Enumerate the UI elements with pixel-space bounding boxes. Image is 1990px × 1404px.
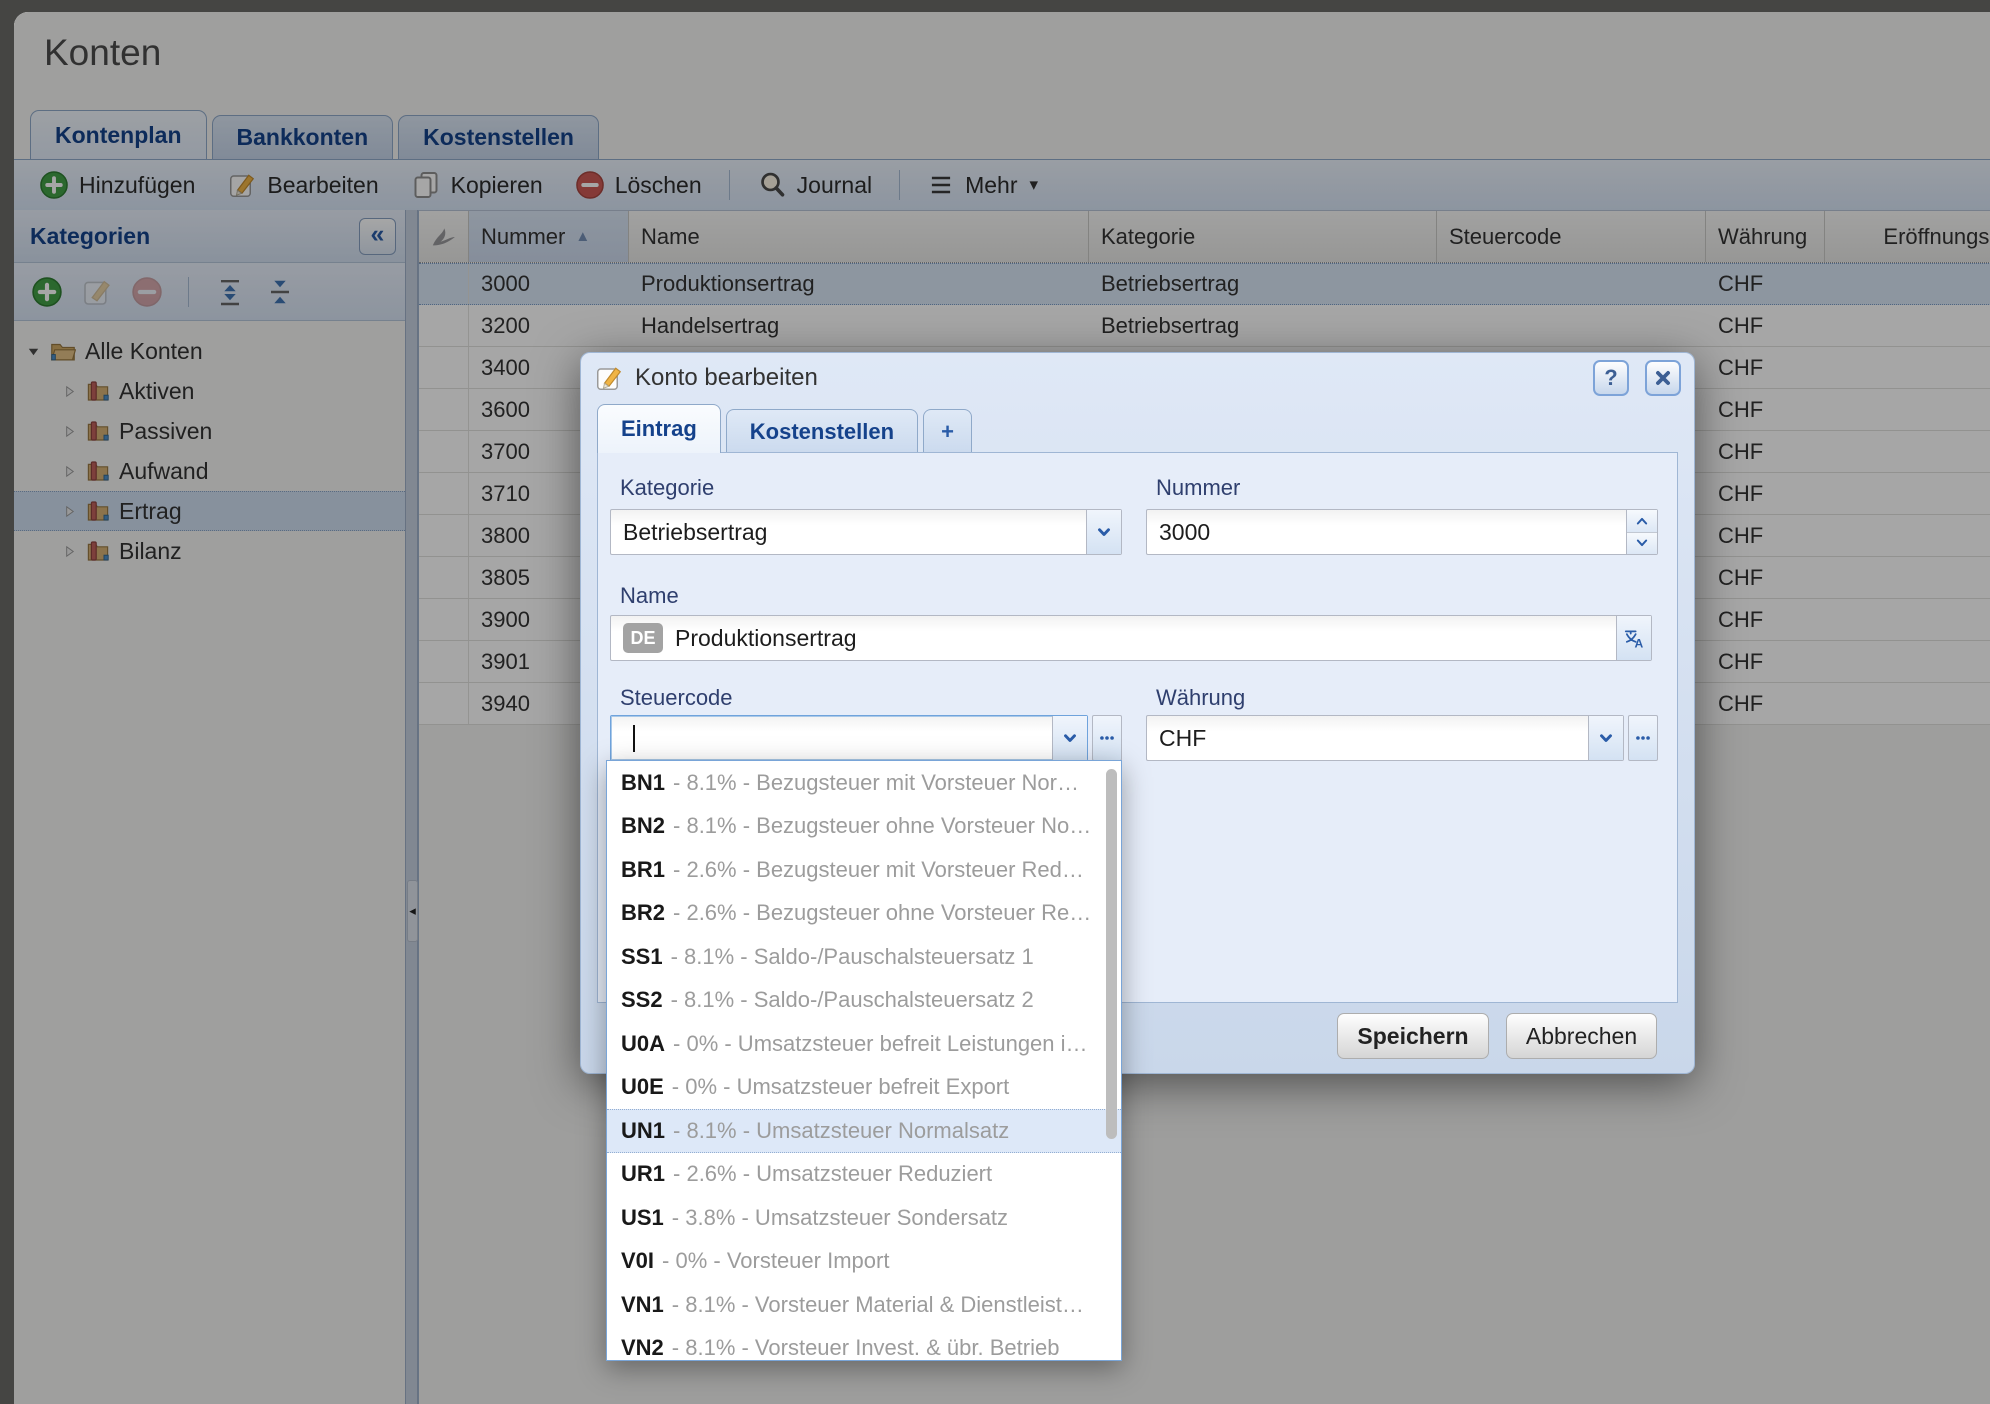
ellipsis-icon xyxy=(1098,729,1116,747)
list-item[interactable]: SS1- 8.1% - Saldo-/Pauschalsteuersatz 1 xyxy=(607,935,1121,979)
dialog-tab-bar: Eintrag Kostenstellen + xyxy=(597,405,1678,453)
steuercode-dropdown-trigger[interactable] xyxy=(1052,716,1087,760)
steuercode-more-button[interactable] xyxy=(1092,715,1122,761)
steuercode-combobox[interactable] xyxy=(610,715,1088,761)
list-item[interactable]: SS2- 8.1% - Saldo-/Pauschalsteuersatz 2 xyxy=(607,979,1121,1023)
list-item[interactable]: BN2- 8.1% - Bezugsteuer ohne Vorsteuer N… xyxy=(607,805,1121,849)
spinner-down-button[interactable] xyxy=(1627,533,1657,555)
list-item[interactable]: U0E- 0% - Umsatzsteuer befreit Export xyxy=(607,1066,1121,1110)
steuercode-dropdown-list: BN1- 8.1% - Bezugsteuer mit Vorsteuer No… xyxy=(606,760,1122,1361)
waehrung-label: Währung xyxy=(1156,685,1245,711)
name-field[interactable]: DE Produktionsertrag A xyxy=(610,615,1652,661)
list-item[interactable]: U0A- 0% - Umsatzsteuer befreit Leistunge… xyxy=(607,1022,1121,1066)
list-item[interactable]: V0I- 0% - Vorsteuer Import xyxy=(607,1240,1121,1284)
list-item[interactable]: US1- 3.8% - Umsatzsteuer Sondersatz xyxy=(607,1196,1121,1240)
chevron-down-icon xyxy=(1597,729,1615,747)
list-item[interactable]: VN2- 8.1% - Vorsteuer Invest. & übr. Bet… xyxy=(607,1327,1121,1362)
dialog-title: Konto bearbeiten xyxy=(635,364,1582,392)
nummer-spinner xyxy=(1626,510,1657,554)
pencil-icon xyxy=(594,363,624,393)
scrollbar-thumb[interactable] xyxy=(1106,769,1117,1139)
list-item[interactable]: BN1- 8.1% - Bezugsteuer mit Vorsteuer No… xyxy=(607,761,1121,805)
translate-button[interactable]: A xyxy=(1616,616,1651,660)
close-icon xyxy=(1654,369,1672,387)
steuercode-label: Steuercode xyxy=(620,685,733,711)
chevron-down-icon xyxy=(1061,729,1079,747)
ellipsis-icon xyxy=(1634,729,1652,747)
plus-icon: + xyxy=(941,419,954,445)
nummer-field[interactable]: 3000 xyxy=(1146,509,1658,555)
spinner-up-button[interactable] xyxy=(1627,510,1657,533)
list-item[interactable]: BR1- 2.6% - Bezugsteuer mit Vorsteuer Re… xyxy=(607,848,1121,892)
chevron-down-icon xyxy=(1095,523,1113,541)
translate-icon: A xyxy=(1623,627,1645,649)
list-item[interactable]: BR2- 2.6% - Bezugsteuer ohne Vorsteuer R… xyxy=(607,892,1121,936)
list-item[interactable]: UR1- 2.6% - Umsatzsteuer Reduziert xyxy=(607,1153,1121,1197)
help-icon: ? xyxy=(1604,365,1617,391)
nummer-label: Nummer xyxy=(1156,475,1240,501)
text-cursor xyxy=(633,725,635,752)
help-button[interactable]: ? xyxy=(1593,360,1629,396)
save-button[interactable]: Speichern xyxy=(1337,1013,1489,1059)
name-label: Name xyxy=(620,583,679,609)
kategorie-label: Kategorie xyxy=(620,475,714,501)
dialog-tab-eintrag[interactable]: Eintrag xyxy=(597,404,721,453)
kategorie-dropdown-trigger[interactable] xyxy=(1086,510,1121,554)
waehrung-dropdown-trigger[interactable] xyxy=(1588,716,1623,760)
waehrung-more-button[interactable] xyxy=(1628,715,1658,761)
list-item-highlighted[interactable]: UN1- 8.1% - Umsatzsteuer Normalsatz xyxy=(607,1109,1121,1153)
kategorie-combobox[interactable]: Betriebsertrag xyxy=(610,509,1122,555)
cancel-button[interactable]: Abbrechen xyxy=(1506,1013,1657,1059)
dialog-tab-kostenstellen[interactable]: Kostenstellen xyxy=(726,409,918,453)
list-item[interactable]: VN1- 8.1% - Vorsteuer Material & Dienstl… xyxy=(607,1283,1121,1327)
dialog-tab-add[interactable]: + xyxy=(923,409,972,453)
dialog-titlebar[interactable]: Konto bearbeiten ? xyxy=(581,353,1694,403)
close-button[interactable] xyxy=(1645,360,1681,396)
language-badge: DE xyxy=(623,623,663,653)
svg-text:A: A xyxy=(1635,636,1644,649)
waehrung-combobox[interactable]: CHF xyxy=(1146,715,1624,761)
